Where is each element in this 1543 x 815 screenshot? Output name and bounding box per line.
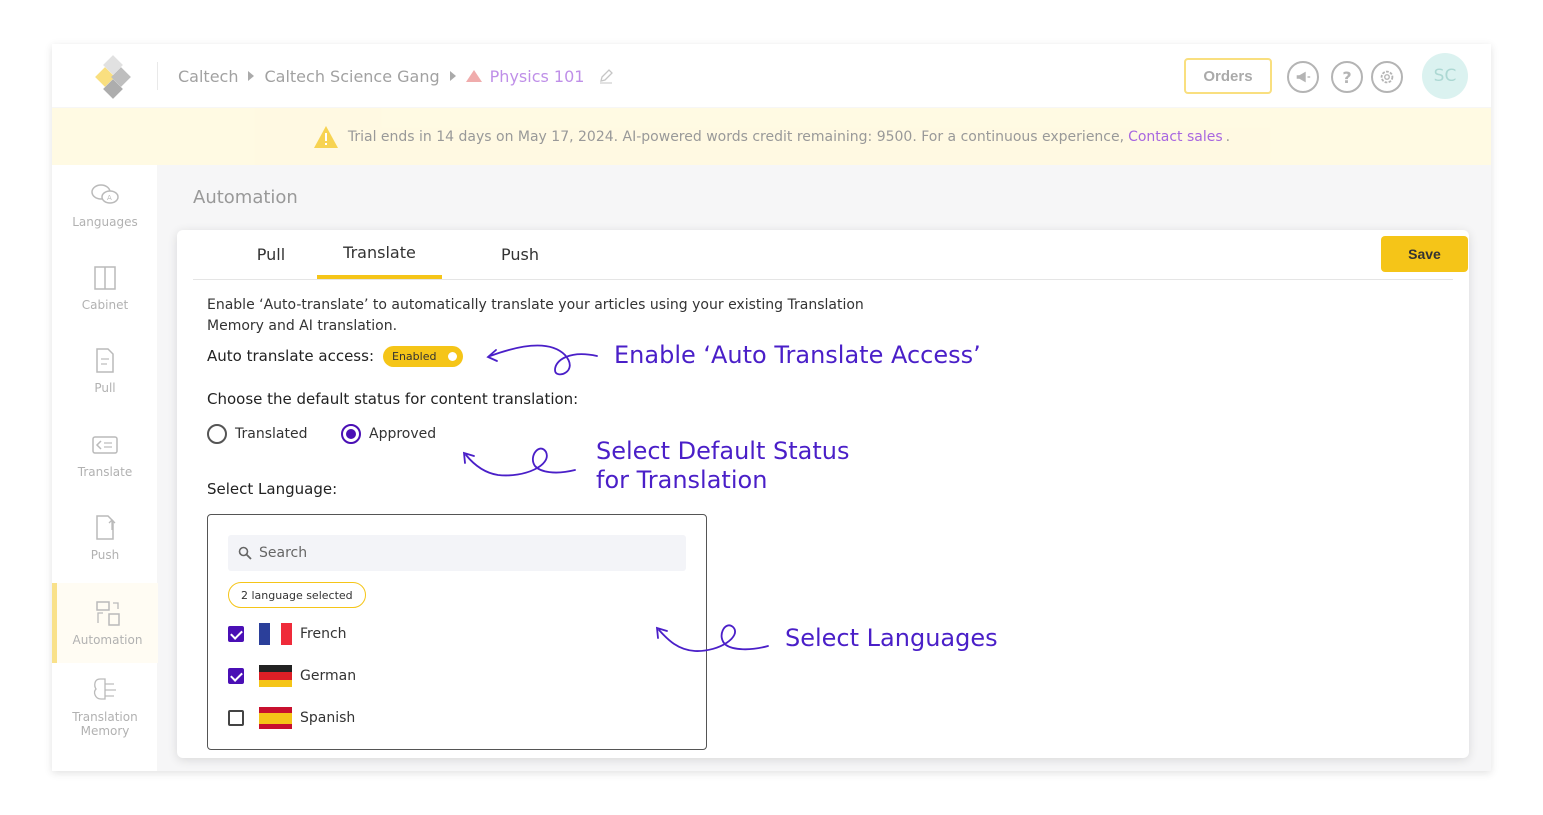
annotation-languages: Select Languages [785,624,998,652]
tab-bar: Pull Translate Push Save [193,230,1468,280]
spain-flag-icon [259,707,292,729]
settings-icon[interactable] [1371,61,1403,93]
selected-count-badge: 2 language selected [228,582,366,608]
announcement-icon[interactable] [1287,61,1319,93]
sidebar-item-label: Push [90,548,120,562]
language-name: German [300,668,357,684]
radio-translated-label: Translated [235,426,308,442]
language-item-spanish[interactable]: Spanish [228,706,355,730]
sidebar-item-pull[interactable]: Pull [52,331,158,411]
language-name: French [300,626,347,642]
sidebar-item-label: Pull [94,381,116,395]
sidebar-item-automation[interactable]: Automation [52,583,158,663]
radio-translated[interactable]: Translated [207,424,307,444]
german-checkbox[interactable] [228,668,244,684]
svg-text:A: A [107,194,112,202]
access-label: Auto translate access: [207,347,374,365]
sidebar-item-label: Cabinet [81,298,129,312]
sidebar-item-cabinet[interactable]: Cabinet [52,248,158,328]
orders-button[interactable]: Orders [1184,58,1272,94]
sidebar-item-push[interactable]: Push [52,498,158,578]
language-item-french[interactable]: French [228,622,347,646]
search-icon [238,546,252,560]
sidebar: A Languages Cabinet Pull Translate Push … [52,165,158,771]
annotation-status-line1: Select Default Status [596,437,850,465]
warning-icon [313,125,338,148]
spanish-checkbox[interactable] [228,710,244,726]
automation-card: Pull Translate Push Save Enable ‘Auto-tr… [177,230,1469,758]
trial-banner: Trial ends in 14 days on May 17, 2024. A… [52,108,1491,165]
languages-icon: A [91,184,119,204]
edit-icon[interactable] [598,68,614,84]
project-icon [465,70,482,82]
contact-sales-link[interactable]: Contact sales [1128,129,1223,145]
radio-approved-label: Approved [369,426,437,442]
sidebar-item-languages[interactable]: A Languages [52,165,158,245]
germany-flag-icon [259,665,292,687]
sidebar-item-label: Translate [77,465,133,479]
select-language-label: Select Language: [207,480,338,498]
sidebar-item-translation-memory[interactable]: Translation Memory [52,667,158,747]
sidebar-item-label: Translation Memory [72,710,138,738]
default-status-label: Choose the default status for content tr… [207,390,579,408]
radio-approved[interactable]: Approved [341,424,436,444]
push-icon [96,515,116,540]
tab-translate[interactable]: Translate [317,230,442,279]
breadcrumb-project[interactable]: Physics 101 [490,67,585,86]
avatar[interactable]: SC [1422,53,1468,99]
trial-suffix: . [1225,128,1231,145]
tab-push[interactable]: Push [463,230,577,279]
france-flag-icon [259,623,292,645]
language-item-german[interactable]: German [228,664,356,688]
breadcrumb: Caltech Caltech Science Gang Physics 101 [178,64,614,88]
auto-translate-access-row: Auto translate access: Enabled [207,344,463,368]
save-button[interactable]: Save [1381,236,1468,272]
cabinet-icon [94,266,116,290]
help-icon[interactable]: ? [1331,61,1363,93]
language-selector: 2 language selected French German Spanis… [207,514,707,750]
language-search[interactable] [228,535,686,571]
annotation-access: Enable ‘Auto Translate Access’ [614,341,981,369]
annotation-status-line2: for Translation [596,466,768,494]
translate-icon [92,436,118,454]
top-bar: Caltech Caltech Science Gang Physics 101… [52,44,1491,108]
sidebar-item-translate[interactable]: Translate [52,415,158,495]
auto-translate-description: Enable ‘Auto-translate’ to automatically… [207,297,864,334]
search-input[interactable] [259,545,659,561]
sidebar-item-label: Languages [72,215,138,229]
toggle-state-label: Enabled [392,349,437,363]
breadcrumb-separator-icon [248,71,255,81]
header-divider [157,62,158,90]
page-title: Automation [193,187,298,208]
trial-message: Trial ends in 14 days on May 17, 2024. A… [347,128,1125,145]
logo-icon [95,55,131,99]
translation-memory-icon [94,678,116,700]
tab-pull[interactable]: Pull [217,230,325,279]
radio-translated-control[interactable] [207,424,227,444]
radio-approved-control[interactable] [341,424,361,444]
language-name: Spanish [300,710,356,726]
breadcrumb-org[interactable]: Caltech [178,67,238,86]
french-checkbox[interactable] [228,626,244,642]
breadcrumb-team[interactable]: Caltech Science Gang [264,67,439,86]
breadcrumb-separator-icon [449,71,456,81]
auto-translate-toggle[interactable]: Enabled [383,345,463,367]
sidebar-item-label: Automation [72,633,143,647]
toggle-knob [448,351,457,361]
pull-icon [96,348,114,373]
automation-icon [95,601,120,626]
